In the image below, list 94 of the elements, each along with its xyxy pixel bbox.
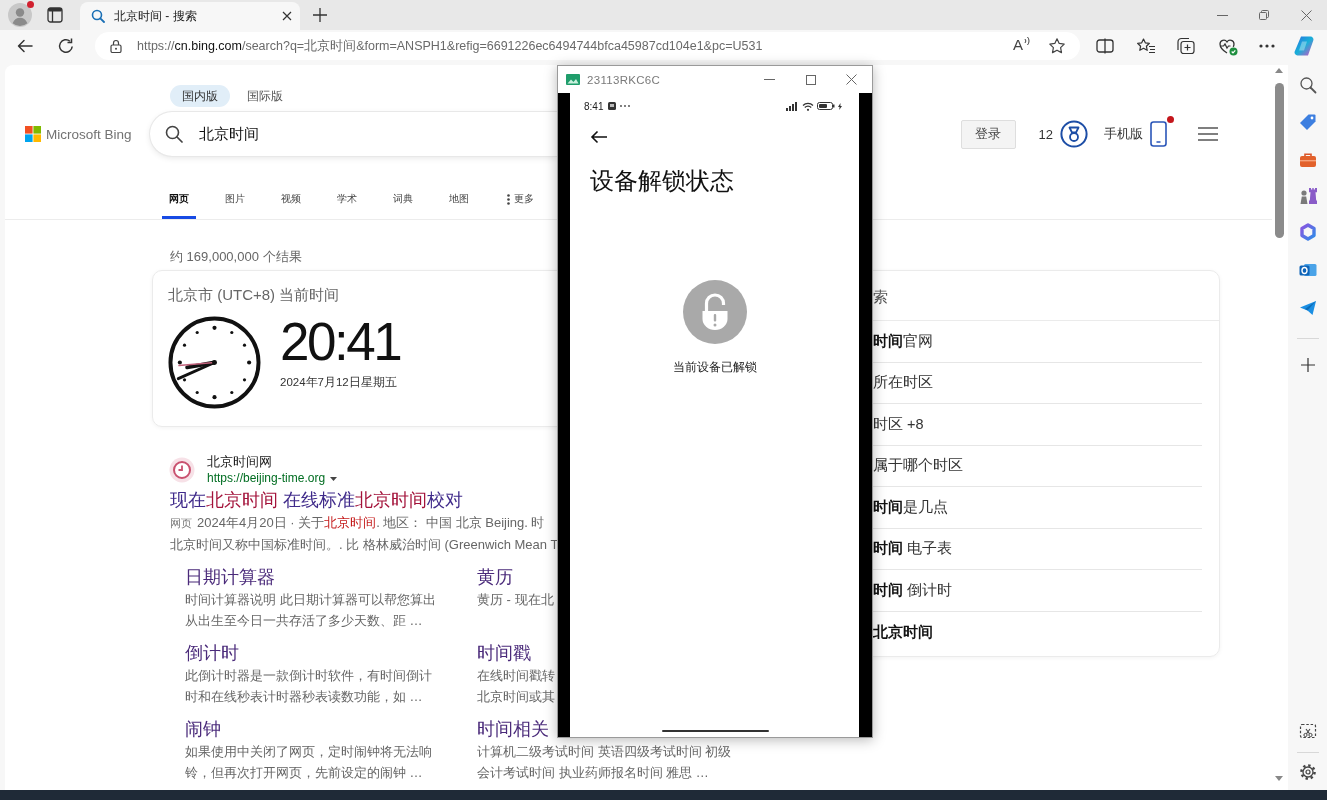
mobile-version-link[interactable]: 手机版 bbox=[1104, 125, 1143, 143]
scrollbar-thumb[interactable] bbox=[1274, 83, 1284, 238]
hexagon-logo-icon[interactable] bbox=[1298, 223, 1317, 241]
related-search-link[interactable]: 时间 电子表 bbox=[873, 539, 953, 559]
briefcase-icon[interactable] bbox=[1298, 152, 1317, 168]
nav-tab[interactable]: 视频 bbox=[274, 190, 308, 219]
sublink[interactable]: 倒计时 bbox=[185, 643, 239, 663]
picture-icon bbox=[566, 74, 580, 85]
vertical-tabs-icon[interactable] bbox=[47, 7, 63, 23]
plus-icon[interactable] bbox=[313, 8, 327, 22]
sublink[interactable]: 时间相关 bbox=[477, 719, 549, 739]
split-screen-icon[interactable] bbox=[1096, 38, 1114, 54]
nav-tab[interactable]: 更多 bbox=[499, 190, 541, 219]
back-icon[interactable] bbox=[590, 130, 608, 144]
site-name: 北京时间网 bbox=[207, 453, 273, 470]
read-aloud-button[interactable]: A bbox=[1013, 36, 1031, 56]
result-count: 约 169,000,000 个结果 bbox=[170, 249, 302, 264]
related-search-link[interactable]: 属于哪个时区 bbox=[873, 456, 963, 476]
related-search-link[interactable]: 时间官网 bbox=[873, 331, 933, 351]
scroll-down-arrow-icon[interactable] bbox=[1275, 776, 1283, 781]
current-date: 2024年7月12日星期五 bbox=[280, 375, 398, 390]
maximize-icon[interactable] bbox=[805, 74, 816, 85]
screenshot-icon[interactable] bbox=[1298, 723, 1317, 740]
nav-tab[interactable]: 学术 bbox=[330, 190, 364, 219]
scroll-up-arrow-icon[interactable] bbox=[1275, 68, 1283, 73]
related-search-link[interactable]: 时间 倒计时 bbox=[873, 580, 953, 600]
tag-icon[interactable] bbox=[1298, 113, 1317, 131]
medal-icon[interactable] bbox=[1060, 120, 1088, 148]
plus-icon[interactable] bbox=[1300, 358, 1315, 372]
close-icon[interactable] bbox=[846, 74, 857, 85]
four-squares-logo-icon[interactable] bbox=[25, 126, 41, 142]
link-description: 此倒计时器是一款倒计时软件，有时间倒计 时和在线秒表计时器秒表读数功能，如 … bbox=[185, 667, 432, 706]
nav-tab[interactable]: 词典 bbox=[386, 190, 420, 219]
nav-tab[interactable]: 网页 bbox=[162, 190, 196, 219]
refresh-icon[interactable] bbox=[57, 37, 75, 55]
login-button[interactable]: 登录 bbox=[960, 119, 1016, 149]
gradient-logo-icon[interactable] bbox=[1293, 35, 1315, 57]
result-title-link[interactable]: 现在北京时间 在线标准北京时间校对 bbox=[170, 488, 463, 512]
link-description: 黄历 - 现在北 bbox=[477, 591, 554, 609]
sublink[interactable]: 黄历 bbox=[477, 567, 513, 587]
smartphone-icon[interactable] bbox=[1150, 121, 1167, 147]
link-description: 时间计算器说明 此日期计算器可以帮您算出 从出生至今日一共存活了多少天数、距 … bbox=[185, 591, 436, 630]
site-url[interactable]: https://beijing-time.org bbox=[207, 470, 326, 487]
close-icon[interactable] bbox=[282, 11, 292, 21]
collections-icon[interactable] bbox=[1176, 37, 1196, 55]
sublink[interactable]: 日期计算器 bbox=[185, 567, 275, 587]
region-tab[interactable]: 国内版 bbox=[170, 85, 230, 107]
sublink[interactable]: 时间戳 bbox=[477, 643, 531, 663]
search-icon bbox=[91, 9, 105, 23]
card-heading: 索 bbox=[873, 287, 888, 308]
sublink[interactable]: 闹钟 bbox=[185, 719, 221, 739]
profile-avatar-icon[interactable] bbox=[8, 3, 32, 27]
clock-icon bbox=[169, 457, 195, 483]
link-description: 在线时间戳转 北京时间或其 bbox=[477, 667, 555, 706]
restore-icon[interactable] bbox=[1259, 10, 1269, 20]
search-icon[interactable] bbox=[1298, 76, 1317, 94]
battery-icon bbox=[817, 102, 835, 110]
star-icon[interactable] bbox=[1048, 37, 1066, 55]
nav-tab[interactable]: 地图 bbox=[442, 190, 476, 219]
favorites-icon[interactable] bbox=[1136, 37, 1156, 55]
region-tab[interactable]: 国际版 bbox=[235, 85, 295, 107]
search-icon[interactable] bbox=[165, 125, 183, 143]
link-description: 如果使用中关闭了网页，定时闹钟将无法响 铃，但再次打开网页，先前设定的闹钟 … bbox=[185, 743, 432, 782]
lock-icon[interactable] bbox=[110, 39, 122, 53]
sound-waves-icon bbox=[1024, 36, 1031, 46]
related-search-link[interactable]: 时间是几点 bbox=[873, 497, 948, 517]
browser-tab[interactable]: 北京时间 - 搜索 bbox=[80, 2, 300, 30]
signal-icon bbox=[786, 101, 799, 111]
caret-icon[interactable] bbox=[330, 476, 338, 481]
more-icon[interactable] bbox=[1259, 44, 1275, 48]
analog-clock-icon bbox=[168, 316, 261, 409]
nav-tab[interactable]: 图片 bbox=[218, 190, 252, 219]
paper-plane-icon[interactable] bbox=[1298, 300, 1317, 316]
more-vertical-icon bbox=[506, 193, 510, 205]
points-count: 12 bbox=[1038, 126, 1053, 142]
unlock-status-text: 当前设备已解锁 bbox=[672, 359, 757, 376]
status-time: 8:41 bbox=[584, 100, 604, 112]
link-description: 计算机二级考试时间 英语四级考试时间 初级 会计考试时间 执业药师报名时间 雅思 … bbox=[477, 743, 732, 782]
search-field[interactable]: 北京时间 bbox=[150, 112, 557, 156]
related-search-link[interactable]: 所在时区 bbox=[873, 373, 933, 393]
mail-app-icon[interactable] bbox=[1298, 261, 1317, 279]
window-title: 23113RKC6C bbox=[587, 73, 661, 86]
logo-text[interactable]: Microsoft Bing bbox=[46, 126, 132, 142]
current-time: 20:41 bbox=[280, 315, 401, 368]
time-card-heading: 北京市 (UTC+8) 当前时间 bbox=[168, 285, 340, 305]
menu-icon[interactable] bbox=[1197, 126, 1219, 142]
address-bar[interactable]: https://cn.bing.com/search?q=北京时间&form=ANSPH1&refig=6691226ec6494744bfca45987cd104e1&pc=U531 A bbox=[95, 32, 1080, 60]
related-search-link[interactable]: 北京时间 bbox=[873, 622, 933, 642]
notification-icon bbox=[608, 102, 617, 110]
charging-bolt-icon bbox=[838, 102, 842, 110]
related-search-link[interactable]: 时区 +8 bbox=[873, 414, 924, 434]
wifi-icon bbox=[802, 101, 814, 111]
page-title: 设备解锁状态 bbox=[590, 166, 734, 196]
settings-icon[interactable] bbox=[1298, 763, 1317, 781]
